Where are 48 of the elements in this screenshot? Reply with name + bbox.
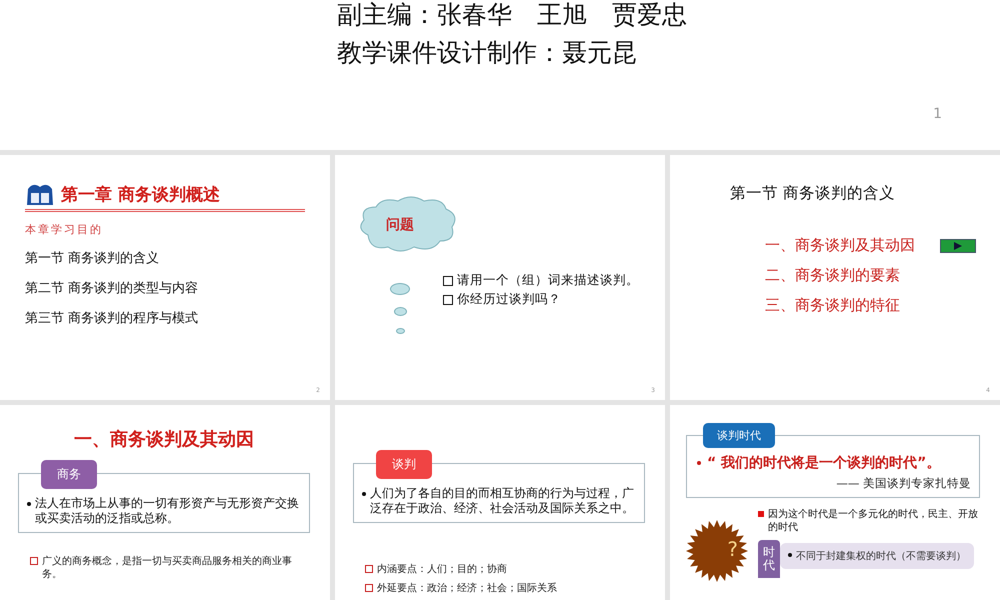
- slide-text-line: 副主编：张春华 王旭 贾爱忠: [337, 0, 687, 30]
- bullet-icon: [697, 461, 701, 465]
- term-tag: 谈判: [376, 450, 432, 479]
- point-text: 因为这个时代是一个多元化的时代，民主、开放的时代: [768, 508, 979, 534]
- point-text: 外延要点：政治；经济；社会；国际关系: [377, 582, 557, 595]
- bullet-icon: [27, 502, 31, 506]
- slide-title: 一、商务谈判及其动因: [73, 428, 255, 451]
- bullet-icon: [788, 553, 792, 557]
- slide-title: 第一节 商务谈判的含义: [730, 183, 895, 204]
- thought-bubble: [394, 307, 406, 316]
- slide-thumbnail[interactable]: 谈判时代 “ 我们的时代将是一个谈判的时代”。 —— 美国谈判专家扎特曼 ? 因为这个时代是一个多元化的时代，民主、开放的时代 时代 不同于封建集权的时代（不需要谈判）: [670, 405, 1000, 600]
- bullet-icon: [362, 492, 366, 496]
- definition-text: 人们为了各自的目的而相互协商的行为与过程，广泛存在于政治、经济、社会活动及国际关系之中。: [370, 486, 635, 516]
- point-text: 内涵要点：人们；目的；协商: [377, 563, 507, 576]
- definition-text: 法人在市场上从事的一切有形资产与无形资产交换或买卖活动的泛指或总称。: [35, 496, 300, 526]
- slide-text-line: 教学课件设计制作：聂元昆: [337, 38, 637, 68]
- topic-item: 三、商务谈判的特征: [765, 296, 900, 315]
- quote-source: —— 美国谈判专家扎特曼: [835, 476, 971, 491]
- slide-number: 1: [933, 106, 942, 122]
- section-item: 第一节 商务谈判的含义: [25, 250, 160, 267]
- point-text: 广义的商务概念，是指一切与买卖商品服务相关的商业事务。: [42, 555, 293, 581]
- bullet-icon: [365, 584, 373, 592]
- term-tag: 商务: [41, 460, 97, 489]
- section-item: 第三节 商务谈判的程序与模式: [25, 310, 200, 327]
- thought-bubble: [390, 283, 410, 295]
- topic-item: 一、商务谈判及其动因: [765, 236, 915, 255]
- thought-bubble: [396, 328, 404, 334]
- slide-thumbnail[interactable]: 一、商务谈判及其动因 商务 法人在市场上从事的一切有形资产与无形资产交换或买卖活动的泛指或总称。 广义的商务概念，是指一切与买卖商品服务相关的商业事务。: [0, 405, 330, 600]
- sun-icon: [686, 520, 748, 582]
- bullet-icon: [758, 511, 764, 517]
- term-tag: 谈判时代: [703, 423, 775, 448]
- bullet-icon: [443, 294, 453, 304]
- question-mark: ?: [727, 538, 738, 560]
- section-item: 第二节 商务谈判的类型与内容: [25, 280, 200, 297]
- bullet-icon: [365, 565, 373, 573]
- slide-subtitle: 本章学习目的: [25, 222, 104, 237]
- question-text: 你经历过谈判吗？: [457, 291, 561, 308]
- slide-thumbnail[interactable]: 副主编：张春华 王旭 贾爱忠 教学课件设计制作：聂元昆 1: [0, 0, 1000, 150]
- slide-thumbnail[interactable]: 谈判 人们为了各自的目的而相互协商的行为与过程，广泛存在于政治、经济、社会活动及国际关系之中。 内涵要点：人们；目的；协商 外延要点：政治；经济；社会；国际关系: [335, 405, 665, 600]
- question-text: 请用一个（组）词来描述谈判。: [457, 272, 639, 289]
- point-text: 不同于封建集权的时代（不需要谈判）: [796, 551, 966, 562]
- bullet-icon: [30, 557, 38, 565]
- side-label: 时代: [758, 540, 780, 578]
- chapter-title: 第一章 商务谈判概述: [61, 184, 220, 206]
- bullet-icon: [443, 276, 453, 286]
- topic-item: 二、商务谈判的要素: [765, 266, 900, 285]
- play-button[interactable]: [940, 238, 976, 252]
- quote-text: “ 我们的时代将是一个谈判的时代”。: [707, 454, 940, 472]
